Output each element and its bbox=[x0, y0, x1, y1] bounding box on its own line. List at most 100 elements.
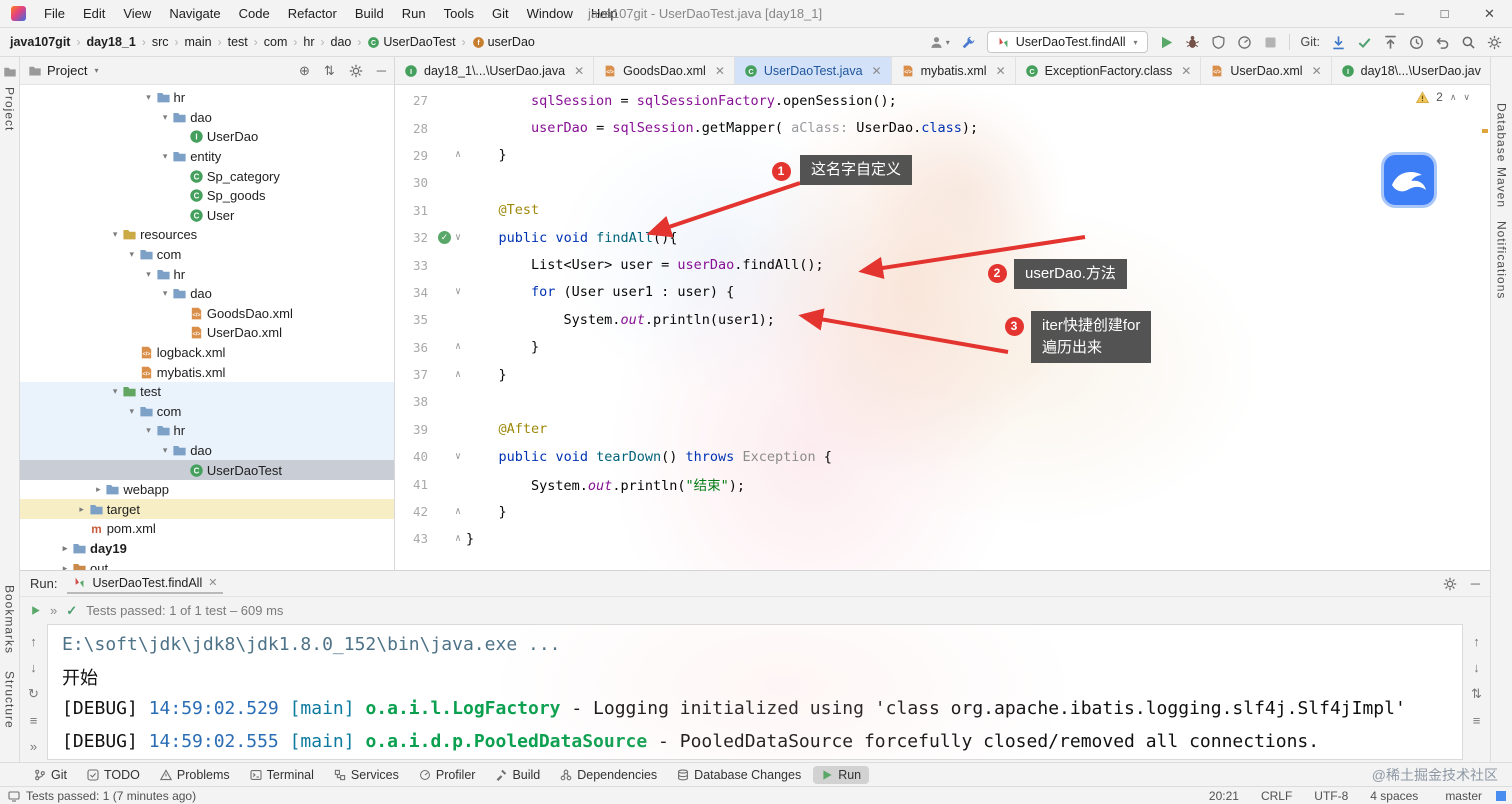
console-options-icon[interactable]: ≡ bbox=[1473, 713, 1481, 728]
locate-file-icon[interactable]: ⊕ bbox=[299, 63, 310, 79]
breadcrumb-java107git[interactable]: java107git bbox=[10, 35, 70, 49]
status-4-spaces[interactable]: 4 spaces bbox=[1370, 789, 1418, 803]
breadcrumb-dao[interactable]: dao bbox=[331, 35, 352, 49]
menu-view[interactable]: View bbox=[114, 6, 160, 21]
stop-button[interactable] bbox=[1263, 35, 1278, 50]
menu-tools[interactable]: Tools bbox=[435, 6, 483, 21]
rerun-icon[interactable]: ↻ bbox=[28, 686, 39, 702]
stripe-maven[interactable]: Maven bbox=[1495, 167, 1509, 208]
search-everywhere-button[interactable] bbox=[1461, 35, 1476, 50]
toolwindow-todo[interactable]: TODO bbox=[79, 766, 148, 784]
editor-tab-UserDao.xml[interactable]: </> UserDao.xml ✕ bbox=[1201, 57, 1332, 84]
tree-item-hr[interactable]: ▾ hr bbox=[20, 421, 394, 441]
toolwindow-profiler[interactable]: Profiler bbox=[411, 766, 484, 784]
minimize-icon[interactable]: ─ bbox=[1377, 6, 1422, 21]
chevron-down-icon[interactable]: ▾ bbox=[125, 406, 139, 417]
console-output[interactable]: E:\soft\jdk\jdk8\jdk1.8.0_152\bin\java.e… bbox=[47, 624, 1463, 760]
git-push-button[interactable] bbox=[1383, 35, 1398, 50]
toolwindow-terminal[interactable]: Terminal bbox=[242, 766, 322, 784]
chevron-down-icon[interactable]: ▾ bbox=[142, 269, 156, 280]
editor-tab-day18-...-UserDao.jav[interactable]: Iday18\...\UserDao.jav✕ bbox=[1332, 57, 1510, 84]
chevron-right-icon[interactable]: ▸ bbox=[58, 543, 72, 554]
chevron-down-icon[interactable]: ▾ bbox=[158, 288, 172, 299]
toolwindow-dependencies[interactable]: Dependencies bbox=[552, 766, 665, 784]
coverage-button[interactable] bbox=[1211, 35, 1226, 50]
chevron-down-icon[interactable]: ▾ bbox=[158, 445, 172, 456]
close-tab-icon[interactable]: ✕ bbox=[996, 64, 1006, 78]
editor-scrollbar[interactable] bbox=[1480, 85, 1490, 570]
tree-item-Sp_category[interactable]: C Sp_category bbox=[20, 166, 394, 186]
menu-git[interactable]: Git bbox=[483, 6, 518, 21]
settings-icon[interactable] bbox=[349, 64, 363, 78]
next-warning-icon[interactable]: ∨ bbox=[1463, 92, 1470, 103]
fold-open-icon[interactable]: ∨ bbox=[455, 232, 461, 243]
close-tab-icon[interactable]: ✕ bbox=[1312, 64, 1322, 78]
tree-item-dao[interactable]: ▾ dao bbox=[20, 108, 394, 128]
hide-run-panel-icon[interactable]: ─ bbox=[1471, 576, 1480, 591]
navigate-icon[interactable]: ⇅ bbox=[1471, 686, 1482, 702]
tree-item-entity[interactable]: ▾ entity bbox=[20, 147, 394, 167]
chevron-down-icon[interactable]: ▾ bbox=[108, 386, 122, 397]
fold-end-icon[interactable]: ∧ bbox=[455, 342, 461, 352]
menu-run[interactable]: Run bbox=[393, 6, 435, 21]
fold-end-icon[interactable]: ∧ bbox=[455, 369, 461, 380]
chevron-down-icon[interactable]: ▾ bbox=[94, 66, 98, 75]
menu-refactor[interactable]: Refactor bbox=[279, 6, 346, 21]
editor-tab-GoodsDao.xml[interactable]: </> GoodsDao.xml ✕ bbox=[594, 57, 735, 84]
run-button[interactable] bbox=[1159, 35, 1174, 50]
toolwindow-problems[interactable]: Problems bbox=[152, 766, 238, 784]
breadcrumb-day18_1[interactable]: day18_1 bbox=[86, 35, 135, 49]
tree-item-day19[interactable]: ▸ day19 bbox=[20, 539, 394, 559]
menu-build[interactable]: Build bbox=[346, 6, 393, 21]
run-settings-icon[interactable] bbox=[1443, 577, 1457, 591]
tree-item-User[interactable]: C User bbox=[20, 206, 394, 226]
stripe-notifications[interactable]: Notifications bbox=[1495, 221, 1509, 299]
tree-item-com[interactable]: ▾ com bbox=[20, 401, 394, 422]
settings-button[interactable] bbox=[1487, 35, 1502, 50]
git-commit-button[interactable] bbox=[1357, 35, 1372, 50]
editor-tab-mybatis.xml[interactable]: </> mybatis.xml ✕ bbox=[892, 57, 1016, 84]
breadcrumb-test[interactable]: test bbox=[228, 35, 248, 49]
tree-item-dao[interactable]: ▾ dao bbox=[20, 284, 394, 304]
more-icon[interactable]: » bbox=[50, 603, 57, 618]
tree-item-GoodsDao.xml[interactable]: </> GoodsDao.xml bbox=[20, 304, 394, 324]
tree-item-webapp[interactable]: ▸ webapp bbox=[20, 480, 394, 500]
rollback-button[interactable] bbox=[1435, 35, 1450, 50]
stripe-database[interactable]: Database bbox=[1495, 103, 1509, 162]
close-tab-icon[interactable]: ✕ bbox=[1181, 64, 1191, 78]
menu-window[interactable]: Window bbox=[518, 6, 582, 21]
status-20-21[interactable]: 20:21 bbox=[1209, 789, 1239, 803]
breadcrumb-userDao[interactable]: f userDao bbox=[472, 35, 535, 49]
test-passed-gutter-icon[interactable]: ✓ bbox=[437, 231, 451, 245]
toolwindow-build[interactable]: Build bbox=[487, 766, 548, 784]
breadcrumb-com[interactable]: com bbox=[264, 35, 288, 49]
prev-warning-icon[interactable]: ∧ bbox=[1450, 92, 1457, 103]
fold-end-icon[interactable]: ∧ bbox=[455, 506, 461, 517]
scroll-up-icon[interactable]: ↑ bbox=[30, 634, 37, 649]
chevron-down-icon[interactable]: ▾ bbox=[158, 112, 172, 123]
chevron-right-icon[interactable]: ▸ bbox=[75, 504, 89, 515]
menu-navigate[interactable]: Navigate bbox=[160, 6, 229, 21]
maximize-icon[interactable]: □ bbox=[1422, 6, 1467, 21]
customize-tool-icon[interactable] bbox=[961, 35, 976, 50]
tree-item-hr[interactable]: ▾ hr bbox=[20, 88, 394, 108]
scroll-down-icon[interactable]: ↓ bbox=[30, 660, 37, 675]
event-log-icon[interactable] bbox=[8, 790, 20, 802]
tree-item-test[interactable]: ▾ test bbox=[20, 381, 394, 402]
menu-edit[interactable]: Edit bbox=[74, 6, 114, 21]
toolwindow-database-changes[interactable]: Database Changes bbox=[669, 766, 809, 784]
tree-item-out[interactable]: ▸ out bbox=[20, 558, 394, 570]
tree-item-dao[interactable]: ▾ dao bbox=[20, 440, 394, 461]
tree-item-logback.xml[interactable]: </> logback.xml bbox=[20, 343, 394, 363]
breadcrumb-src[interactable]: src bbox=[152, 35, 169, 49]
soft-wrap-icon[interactable]: ≡ bbox=[30, 713, 38, 728]
tree-item-UserDaoTest[interactable]: C UserDaoTest bbox=[20, 460, 394, 480]
git-update-button[interactable] bbox=[1331, 35, 1346, 50]
tree-item-resources[interactable]: ▾ resources bbox=[20, 225, 394, 245]
fold-end-icon[interactable]: ∧ bbox=[455, 533, 461, 544]
close-icon[interactable]: ✕ bbox=[1467, 6, 1512, 22]
run-configuration-select[interactable]: UserDaoTest.findAll ▾ bbox=[986, 31, 1148, 53]
close-icon[interactable]: ✕ bbox=[208, 576, 217, 589]
editor-tab-day18_1-...-UserDao.java[interactable]: Iday18_1\...\UserDao.java ✕ bbox=[395, 57, 595, 84]
menu-file[interactable]: File bbox=[35, 6, 74, 21]
